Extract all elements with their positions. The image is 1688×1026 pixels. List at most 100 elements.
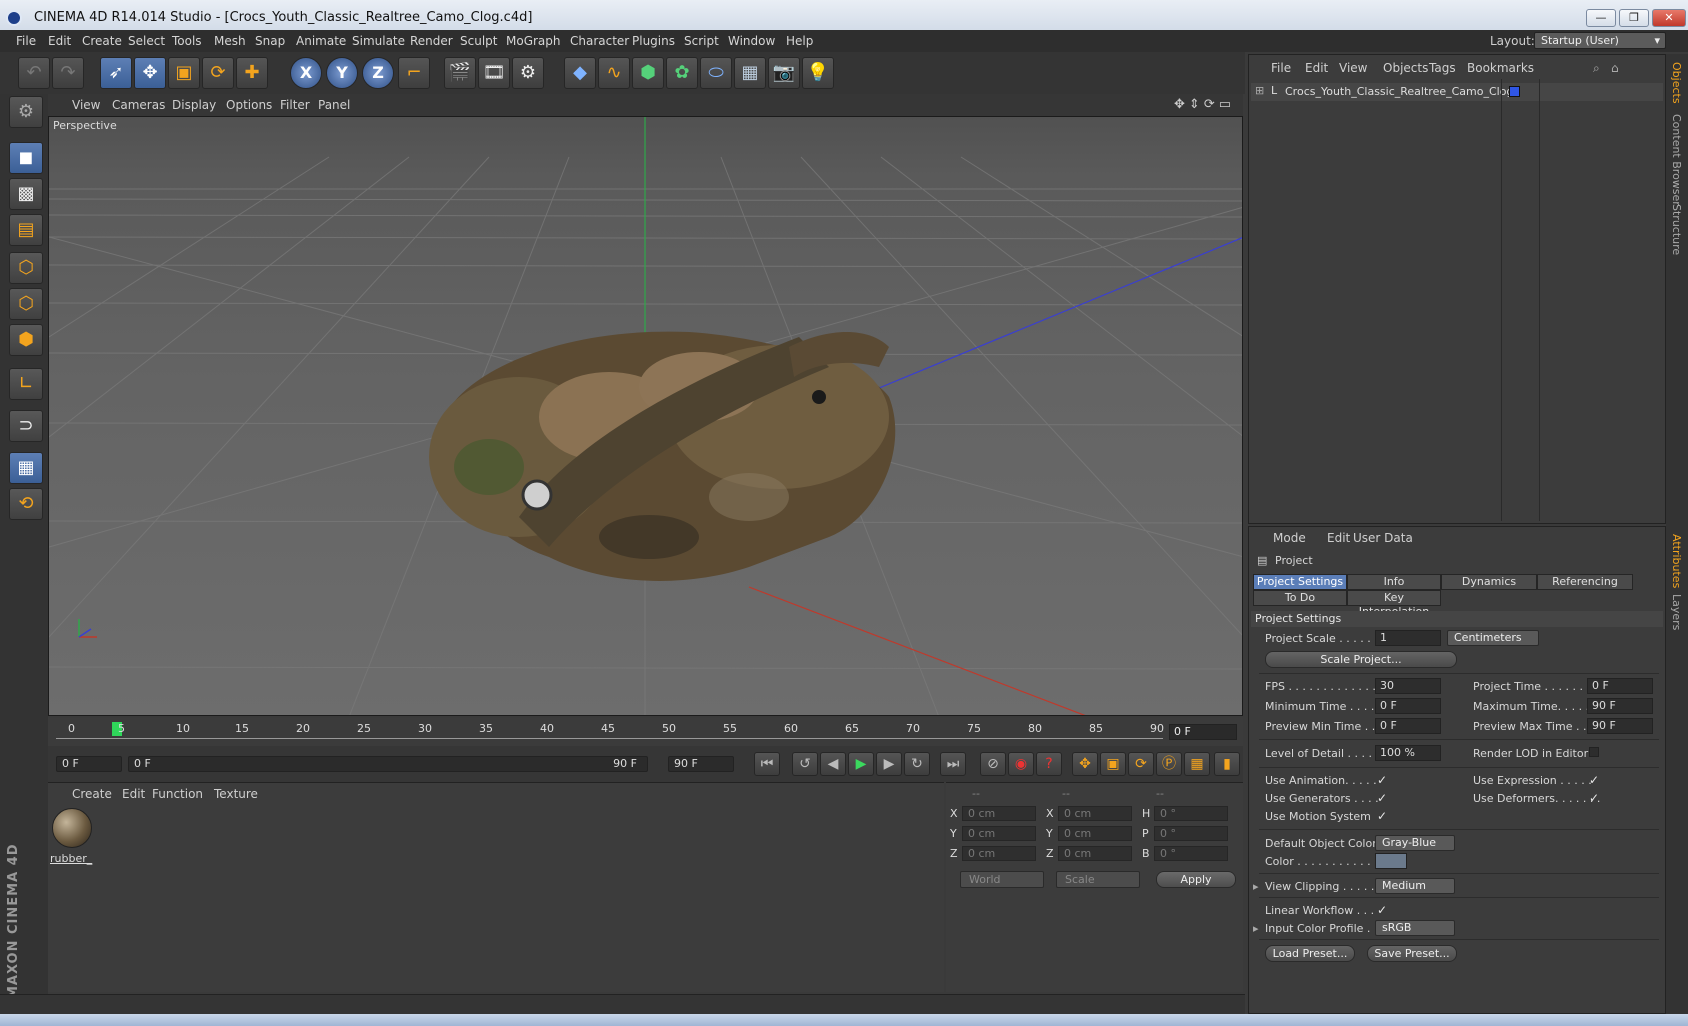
tab-to-do[interactable]: To Do (1253, 590, 1347, 606)
rotation-p-field[interactable]: 0 ° (1154, 826, 1228, 841)
search-icon[interactable]: ⌕ (1593, 61, 1600, 76)
objects-menu-bookmarks[interactable]: Bookmarks (1467, 61, 1534, 75)
axis-mode-icon[interactable]: ∟ (9, 368, 43, 400)
keyframe-scale-icon[interactable]: ▣ (1100, 752, 1126, 776)
play-icon[interactable]: ▶ (848, 752, 874, 776)
tab-project-settings[interactable]: Project Settings (1253, 574, 1347, 590)
attributes-menu-edit[interactable]: Edit (1327, 531, 1350, 545)
material-menu-edit[interactable]: Edit (122, 787, 145, 801)
size-y-field[interactable]: 0 cm (1058, 826, 1132, 841)
attributes-menu-user-data[interactable]: User Data (1353, 531, 1413, 545)
default-object-color-dropdown[interactable]: Gray-Blue (1375, 835, 1455, 851)
side-tab-objects[interactable]: Objects (1670, 62, 1683, 104)
menu-tools[interactable]: Tools (172, 34, 202, 48)
record-disabled-icon[interactable]: ⊘ (980, 752, 1006, 776)
minimize-button[interactable]: — (1586, 9, 1616, 27)
world-dropdown[interactable]: World (960, 871, 1044, 888)
menu-mesh[interactable]: Mesh (214, 34, 246, 48)
viewport-menu-filter[interactable]: Filter (280, 98, 310, 112)
preview-range-slider[interactable]: 0 F 90 F (128, 756, 648, 772)
layer-color-tag[interactable] (1509, 86, 1520, 97)
keyframe-parameter-icon[interactable]: Ⓟ (1156, 752, 1182, 776)
go-to-start-icon[interactable]: ⏮ (754, 752, 780, 776)
scale-icon[interactable]: ▣ (168, 57, 200, 89)
menu-edit[interactable]: Edit (48, 34, 71, 48)
expand-arrow-icon[interactable]: ▸ (1253, 880, 1259, 893)
cloner-icon[interactable]: ✿ (666, 57, 698, 89)
undo-icon[interactable]: ↶ (18, 57, 50, 89)
project-scale-field[interactable]: 1 (1375, 630, 1441, 646)
position-y-field[interactable]: 0 cm (962, 826, 1036, 841)
material-menu-texture[interactable]: Texture (214, 787, 258, 801)
rotation-b-field[interactable]: 0 ° (1154, 846, 1228, 861)
scale-project-button[interactable]: Scale Project... (1265, 651, 1457, 668)
redo-icon[interactable]: ↷ (52, 57, 84, 89)
autokeying-icon[interactable]: ? (1036, 752, 1062, 776)
move-icon[interactable]: ✥ (134, 57, 166, 89)
render-picture-viewer-icon[interactable]: 🎞 (478, 57, 510, 89)
viewport-menu-display[interactable]: Display (172, 98, 216, 112)
fps-field[interactable]: 30 (1375, 678, 1441, 694)
preview-min-time-field[interactable]: 0 F (1375, 718, 1441, 734)
render-lod-checkbox[interactable] (1589, 747, 1599, 757)
magnet-icon[interactable]: ⊃ (9, 410, 43, 442)
texture-mode-icon[interactable]: ▩ (9, 178, 43, 210)
go-to-end-icon[interactable]: ⏭ (940, 752, 966, 776)
use-motion-system-checkbox[interactable]: ✓ (1377, 810, 1387, 822)
preview-max-time-field[interactable]: 90 F (1587, 718, 1653, 734)
material-name[interactable]: rubber_ (50, 852, 92, 865)
menu-render[interactable]: Render (410, 34, 453, 48)
z-axis-lock-icon[interactable]: Z (362, 57, 394, 89)
start-frame-field[interactable]: 0 F (56, 756, 122, 772)
timeline-window-icon[interactable]: ▮ (1214, 752, 1240, 776)
light-icon[interactable]: 💡 (802, 57, 834, 89)
floor-icon[interactable]: ▦ (734, 57, 766, 89)
render-settings-icon[interactable]: ⚙ (512, 57, 544, 89)
end-frame-field[interactable]: 90 F (668, 756, 734, 772)
viewport-menu-options[interactable]: Options (226, 98, 272, 112)
objects-menu-tags[interactable]: Tags (1429, 61, 1456, 75)
keyframe-rotation-icon[interactable]: ⟳ (1128, 752, 1154, 776)
subdivision-surface-icon[interactable]: ⬢ (632, 57, 664, 89)
size-x-field[interactable]: 0 cm (1058, 806, 1132, 821)
keyframe-position-icon[interactable]: ✥ (1072, 752, 1098, 776)
record-active-objects-icon[interactable]: ◉ (1008, 752, 1034, 776)
input-color-profile-dropdown[interactable]: sRGB (1375, 920, 1455, 936)
camera-icon[interactable]: 📷 (768, 57, 800, 89)
expand-arrow-icon[interactable]: ▸ (1253, 922, 1259, 935)
color-swatch[interactable] (1375, 853, 1407, 869)
close-button[interactable]: ✕ (1652, 9, 1686, 27)
workplane-mode-icon[interactable]: ▤ (9, 214, 43, 246)
objects-menu-edit[interactable]: Edit (1305, 61, 1328, 75)
object-row[interactable]: ⊞ L Crocs_Youth_Classic_Realtree_Camo_Cl… (1251, 83, 1663, 101)
scale-dropdown[interactable]: Scale (1056, 871, 1140, 888)
side-tab-content-browser[interactable]: Content Browser (1670, 114, 1683, 206)
timeline-ruler[interactable]: 0 5 10 15 20 25 30 35 40 45 50 55 60 65 … (48, 718, 1243, 746)
menu-animate[interactable]: Animate (296, 34, 346, 48)
menu-help[interactable]: Help (786, 34, 813, 48)
snap-icon[interactable]: ⟲ (9, 488, 43, 520)
size-z-field[interactable]: 0 cm (1058, 846, 1132, 861)
side-tab-layers[interactable]: Layers (1670, 594, 1683, 630)
view-clipping-dropdown[interactable]: Medium (1375, 878, 1455, 894)
crocs-clog-model[interactable] (429, 331, 896, 581)
next-frame-icon[interactable]: ▶ (876, 752, 902, 776)
current-frame-field[interactable]: 0 F (1169, 724, 1237, 740)
apply-button[interactable]: Apply (1156, 871, 1236, 888)
tab-dynamics[interactable]: Dynamics (1441, 574, 1537, 590)
menu-script[interactable]: Script (684, 34, 719, 48)
use-deformers-checkbox[interactable]: ✓ (1589, 792, 1599, 804)
rotate-icon[interactable]: ⟳ (202, 57, 234, 89)
linear-workflow-checkbox[interactable]: ✓ (1377, 904, 1387, 916)
material-preview-ball[interactable] (52, 808, 92, 848)
use-animation-checkbox[interactable]: ✓ (1377, 774, 1387, 786)
rotation-h-field[interactable]: 0 ° (1154, 806, 1228, 821)
tab-key-interpolation[interactable]: Key Interpolation (1347, 590, 1441, 618)
locked-workplane-icon[interactable]: ▦ (9, 452, 43, 484)
expand-icon[interactable]: ⊞ (1255, 84, 1264, 97)
layout-dropdown[interactable]: Startup (User) ▾ (1534, 32, 1666, 49)
add-icon[interactable]: ✚ (236, 57, 268, 89)
coordinate-system-icon[interactable]: ⌐ (398, 57, 430, 89)
previous-key-icon[interactable]: ↺ (792, 752, 818, 776)
y-axis-lock-icon[interactable]: Y (326, 57, 358, 89)
